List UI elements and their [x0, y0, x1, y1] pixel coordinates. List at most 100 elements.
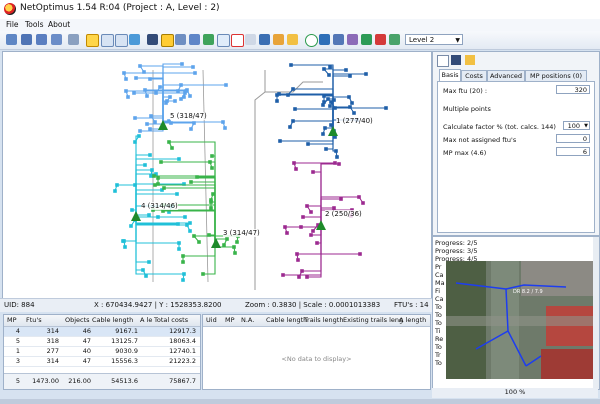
delete-box-icon[interactable]: [231, 34, 244, 47]
table-summary-row: 5 1473.00 216.00 54513.6 75867.7: [4, 373, 200, 389]
mp-label-4: 4 (314/46): [141, 202, 178, 210]
max-not-assigned-label: Max not assigned ftu's: [443, 136, 517, 144]
flag-icon[interactable]: [259, 34, 270, 45]
select-arrow-icon[interactable]: [6, 34, 17, 45]
ftu-node: [162, 186, 166, 190]
save-icon[interactable]: [147, 34, 158, 45]
ftu-node: [147, 260, 151, 264]
open-folder-icon[interactable]: [465, 55, 475, 65]
cell-ftus: 314: [46, 327, 59, 335]
select-remove-icon[interactable]: [36, 34, 47, 45]
col-header-uid[interactable]: Uid: [206, 316, 217, 324]
cell-objects: 40: [82, 347, 91, 355]
col-header-total-costs[interactable]: Total costs: [154, 316, 188, 324]
cell-objects: 47: [82, 337, 91, 345]
layers-icon[interactable]: [175, 34, 186, 45]
table-row[interactable]: 5 318 47 13125.7 18063.4: [4, 337, 200, 347]
crop-icon[interactable]: [189, 34, 200, 45]
chevron-down-icon: ▼: [584, 123, 588, 129]
tools-icon[interactable]: [273, 34, 284, 45]
cable-segment: [183, 242, 216, 257]
max-not-assigned-input[interactable]: 0: [556, 134, 590, 143]
mp-max-input[interactable]: 6: [556, 147, 590, 156]
grid-icon[interactable]: [217, 34, 230, 47]
network-map[interactable]: 5 (318/47) 1 (277/40) 4 (314/46) 2 (250/…: [2, 51, 432, 299]
new-file-icon[interactable]: [437, 55, 449, 67]
cable-segment: [293, 120, 334, 130]
stop-icon[interactable]: [375, 34, 386, 45]
ftu-node: [193, 71, 197, 75]
ftu-node: [175, 192, 179, 196]
cell-objects: 47: [82, 357, 91, 365]
menu-tools[interactable]: Tools: [25, 20, 43, 29]
select-add-icon[interactable]: [21, 34, 32, 45]
toolbar: [0, 31, 600, 50]
col-header-a-length[interactable]: A le: [140, 316, 152, 324]
log-scrollbar[interactable]: [593, 237, 599, 389]
pan-icon[interactable]: [51, 34, 62, 45]
info-icon[interactable]: [161, 34, 174, 47]
refresh-icon[interactable]: [129, 34, 140, 45]
save-icon[interactable]: [451, 55, 461, 65]
go-icon[interactable]: [361, 34, 372, 45]
table-row[interactable]: 4 314 46 9167.1 12917.3: [4, 327, 200, 337]
level-select[interactable]: Level 2 ▼: [405, 34, 463, 45]
log-line: Tr: [435, 351, 441, 359]
ftu-node: [281, 273, 285, 277]
cable-segment: [135, 217, 179, 244]
col-header-cable-length[interactable]: Cable length: [92, 316, 133, 324]
mp-marker-icon: [131, 211, 141, 221]
cable-segment: [332, 96, 349, 130]
ftu-node: [305, 275, 309, 279]
calc-factor-select[interactable]: 100 ▼: [563, 121, 590, 130]
zoom-out-icon[interactable]: [115, 34, 128, 47]
ftu-node: [289, 63, 293, 67]
cable-segment: [279, 93, 334, 130]
menu-file[interactable]: File: [6, 20, 19, 29]
status-zoom: Zoom : 0.3830 | Scale : 0.0001013383: [245, 301, 381, 309]
cable-segment: [135, 217, 190, 224]
cable-segment: [135, 183, 184, 217]
cell-objects: 46: [82, 327, 91, 335]
ftu-node: [148, 77, 152, 81]
cable-segment: [254, 70, 266, 290]
status-bar: UID: 884 X : 670434.9427 | Y : 1528353.8…: [0, 298, 432, 312]
export-icon[interactable]: [347, 34, 358, 45]
circle-icon[interactable]: [305, 34, 318, 47]
ftu-node: [148, 127, 152, 131]
ftu-node: [293, 107, 297, 111]
col-header-objects[interactable]: Objects: [65, 316, 90, 324]
route-icon[interactable]: [203, 34, 214, 45]
col-header-existing-trails-length[interactable]: Existing trails leng: [343, 316, 403, 324]
ftu-node: [195, 175, 199, 179]
cable-segment: [285, 224, 322, 228]
col-header-mp[interactable]: MP: [225, 316, 235, 324]
col-header-ftus[interactable]: Ftu's: [26, 316, 42, 324]
table-row[interactable]: 3 314 47 15556.3 21223.2: [4, 357, 200, 367]
col-header-na[interactable]: N.A.: [241, 316, 254, 324]
table-row[interactable]: 1 277 40 9030.9 12740.1: [4, 347, 200, 357]
col-header-cable-length[interactable]: Cable length: [266, 316, 307, 324]
map-canvas[interactable]: [3, 52, 431, 298]
folder-icon[interactable]: [287, 34, 298, 45]
cable-segment: [117, 184, 137, 217]
log-line: To: [435, 319, 442, 327]
cell-mp: 4: [15, 327, 20, 335]
table-icon[interactable]: [333, 34, 344, 45]
zoom-window-icon[interactable]: [86, 34, 99, 47]
run-icon[interactable]: [389, 34, 400, 45]
menu-about[interactable]: About: [48, 20, 70, 29]
col-header-a-length[interactable]: A length: [399, 316, 426, 324]
zoom-in-icon[interactable]: [101, 34, 114, 47]
app-logo-icon: [4, 3, 16, 15]
ftu-node: [183, 215, 187, 219]
col-header-mp[interactable]: MP: [7, 316, 17, 324]
cable-segment: [306, 205, 312, 213]
max-ftu-input[interactable]: 320: [556, 85, 590, 94]
cut-icon[interactable]: [245, 34, 256, 45]
col-header-trails-length[interactable]: Trails length: [304, 316, 343, 324]
multiple-points-label: Multiple points: [443, 105, 491, 113]
hand-icon[interactable]: [68, 34, 79, 45]
log-line: Ca: [435, 271, 444, 279]
move-icon[interactable]: [319, 34, 330, 45]
